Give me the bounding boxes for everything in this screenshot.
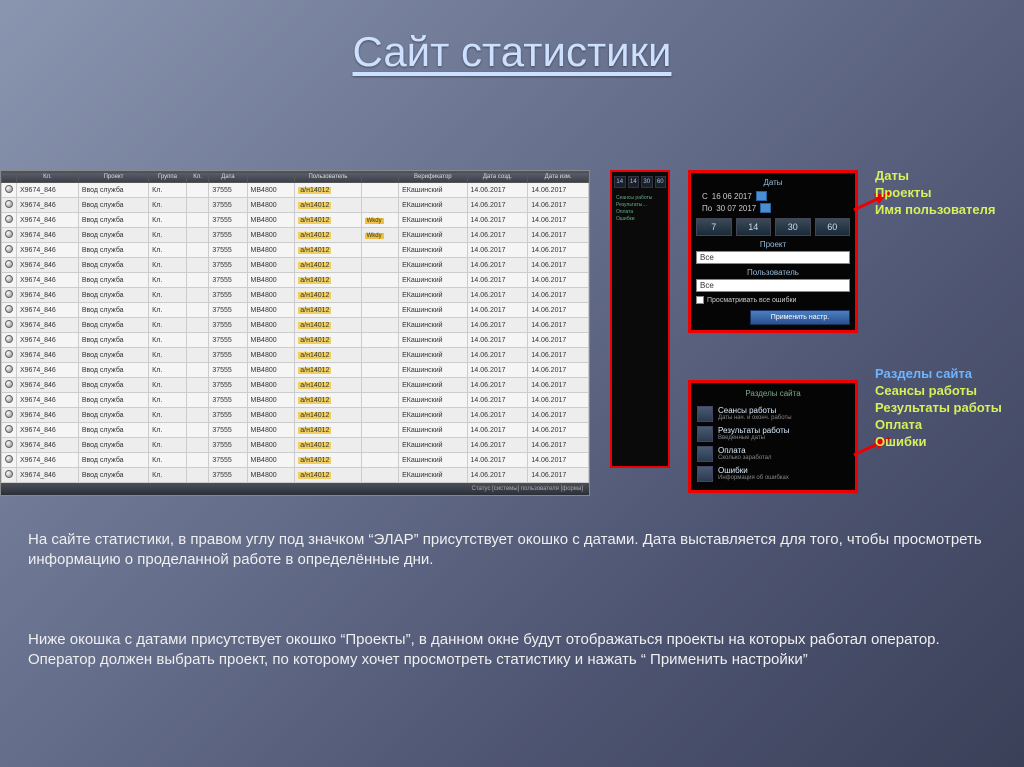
to-label: По <box>702 204 712 213</box>
table-row[interactable]: Х9674_846Ввод службаКл.37555МВ4800а/н140… <box>2 243 589 258</box>
apply-button[interactable]: Применить настр. <box>750 310 850 325</box>
checkbox-icon[interactable] <box>696 296 704 304</box>
info-icon[interactable] <box>5 470 13 478</box>
sections-title: Разделы сайта <box>697 389 849 398</box>
info-icon[interactable] <box>5 305 13 313</box>
table-header <box>247 172 295 183</box>
period-button[interactable]: 7 <box>696 218 732 236</box>
annotation-dates: Даты Проекты Имя пользователя <box>875 168 995 219</box>
statistics-table: Кл.ПроектГруппаКл.ДатаПользовательВерифи… <box>1 171 589 483</box>
info-icon[interactable] <box>5 245 13 253</box>
table-header: Кл. <box>186 172 209 183</box>
table-header: Проект <box>78 172 148 183</box>
table-header: Группа <box>149 172 187 183</box>
table-row[interactable]: Х9674_846Ввод службаКл.37555МВ4800а/н140… <box>2 213 589 228</box>
table-row[interactable]: Х9674_846Ввод службаКл.37555МВ4800а/н140… <box>2 333 589 348</box>
info-icon[interactable] <box>5 290 13 298</box>
info-icon[interactable] <box>5 365 13 373</box>
table-row[interactable]: Х9674_846Ввод службаКл.37555МВ4800а/н140… <box>2 228 589 243</box>
info-icon[interactable] <box>5 335 13 343</box>
period-box[interactable]: 30 <box>641 176 653 188</box>
section-icon <box>697 466 713 482</box>
table-row[interactable]: Х9674_846Ввод службаКл.37555МВ4800а/н140… <box>2 378 589 393</box>
table-header: Дата изм. <box>528 172 589 183</box>
period-box[interactable]: 60 <box>655 176 667 188</box>
table-row[interactable]: Х9674_846Ввод службаКл.37555МВ4800а/н140… <box>2 198 589 213</box>
info-icon[interactable] <box>5 380 13 388</box>
mid-section-links: Сеансы работы Результаты… Оплата Ошибки <box>612 192 668 226</box>
date-to-row: По 30 07 2017 <box>696 202 850 214</box>
table-row[interactable]: Х9674_846Ввод службаКл.37555МВ4800а/н140… <box>2 183 589 198</box>
info-icon[interactable] <box>5 275 13 283</box>
table-header: Кл. <box>17 172 79 183</box>
info-icon[interactable] <box>5 320 13 328</box>
info-icon[interactable] <box>5 200 13 208</box>
from-date-value: 16 06 2017 <box>712 192 752 201</box>
checkbox-label: Просматривать все ошибки <box>707 297 796 304</box>
calendar-icon[interactable] <box>760 203 771 213</box>
info-icon[interactable] <box>5 350 13 358</box>
table-row[interactable]: Х9674_846Ввод службаКл.37555МВ4800а/н140… <box>2 423 589 438</box>
info-icon[interactable] <box>5 425 13 433</box>
project-select[interactable]: Все <box>696 251 850 264</box>
period-box[interactable]: 14 <box>614 176 626 188</box>
table-row[interactable]: Х9674_846Ввод службаКл.37555МВ4800а/н140… <box>2 453 589 468</box>
info-icon[interactable] <box>5 215 13 223</box>
date-from-row: С 16 06 2017 <box>696 190 850 202</box>
table-header: Дата созд. <box>467 172 528 183</box>
period-button[interactable]: 30 <box>775 218 811 236</box>
section-icon <box>697 406 713 422</box>
period-box[interactable]: 14 <box>628 176 640 188</box>
annotation-sections: Разделы сайта Сеансы работы Результаты р… <box>875 366 1002 450</box>
section-item[interactable]: Результаты работыВведенные даты <box>697 424 849 444</box>
info-icon[interactable] <box>5 260 13 268</box>
table-row[interactable]: Х9674_846Ввод службаКл.37555МВ4800а/н140… <box>2 468 589 483</box>
filter-panel: Даты С 16 06 2017 По 30 07 2017 7143060 … <box>688 170 858 333</box>
table-header <box>2 172 17 183</box>
description-paragraph-1: На сайте статистики, в правом углу под з… <box>28 530 988 571</box>
page-title: Сайт статистики <box>0 0 1024 76</box>
table-header: Пользователь <box>295 172 361 183</box>
filter-heading: Даты <box>696 178 850 187</box>
table-row[interactable]: Х9674_846Ввод службаКл.37555МВ4800а/н140… <box>2 393 589 408</box>
table-row[interactable]: Х9674_846Ввод службаКл.37555МВ4800а/н140… <box>2 318 589 333</box>
table-row[interactable]: Х9674_846Ввод службаКл.37555МВ4800а/н140… <box>2 303 589 318</box>
table-header: Верификатор <box>399 172 467 183</box>
status-bar: Статус [системы] пользователя [форма] <box>1 483 589 495</box>
table-row[interactable]: Х9674_846Ввод службаКл.37555МВ4800а/н140… <box>2 288 589 303</box>
table-header <box>361 172 399 183</box>
statistics-table-screenshot: Кл.ПроектГруппаКл.ДатаПользовательВерифи… <box>0 170 590 496</box>
info-icon[interactable] <box>5 185 13 193</box>
calendar-icon[interactable] <box>756 191 767 201</box>
info-icon[interactable] <box>5 440 13 448</box>
section-item[interactable]: ОплатаСколько заработал <box>697 444 849 464</box>
table-row[interactable]: Х9674_846Ввод службаКл.37555МВ4800а/н140… <box>2 258 589 273</box>
user-label: Пользователь <box>696 268 850 277</box>
section-icon <box>697 426 713 442</box>
sections-panel: Разделы сайта Сеансы работыДаты нач. и о… <box>688 380 858 493</box>
table-row[interactable]: Х9674_846Ввод службаКл.37555МВ4800а/н140… <box>2 273 589 288</box>
description-paragraph-2: Ниже окошка с датами присутствует окошко… <box>28 630 988 671</box>
info-icon[interactable] <box>5 230 13 238</box>
info-icon[interactable] <box>5 455 13 463</box>
table-row[interactable]: Х9674_846Ввод службаКл.37555МВ4800а/н140… <box>2 348 589 363</box>
period-button[interactable]: 14 <box>736 218 772 236</box>
period-button[interactable]: 60 <box>815 218 851 236</box>
errors-checkbox-row[interactable]: Просматривать все ошибки <box>696 294 850 306</box>
to-date-value: 30 07 2017 <box>716 204 756 213</box>
table-row[interactable]: Х9674_846Ввод службаКл.37555МВ4800а/н140… <box>2 363 589 378</box>
user-select[interactable]: Все <box>696 279 850 292</box>
info-icon[interactable] <box>5 395 13 403</box>
section-icon <box>697 446 713 462</box>
info-icon[interactable] <box>5 410 13 418</box>
section-item[interactable]: Сеансы работыДаты нач. и оконч. работы <box>697 404 849 424</box>
table-row[interactable]: Х9674_846Ввод службаКл.37555МВ4800а/н140… <box>2 408 589 423</box>
project-label: Проект <box>696 240 850 249</box>
mid-sidebar-thumbnail: 14143060 Сеансы работы Результаты… Оплат… <box>610 170 670 468</box>
table-header: Дата <box>209 172 247 183</box>
section-item[interactable]: ОшибкиИнформация об ошибках <box>697 464 849 484</box>
table-row[interactable]: Х9674_846Ввод службаКл.37555МВ4800а/н140… <box>2 438 589 453</box>
from-label: С <box>702 192 708 201</box>
